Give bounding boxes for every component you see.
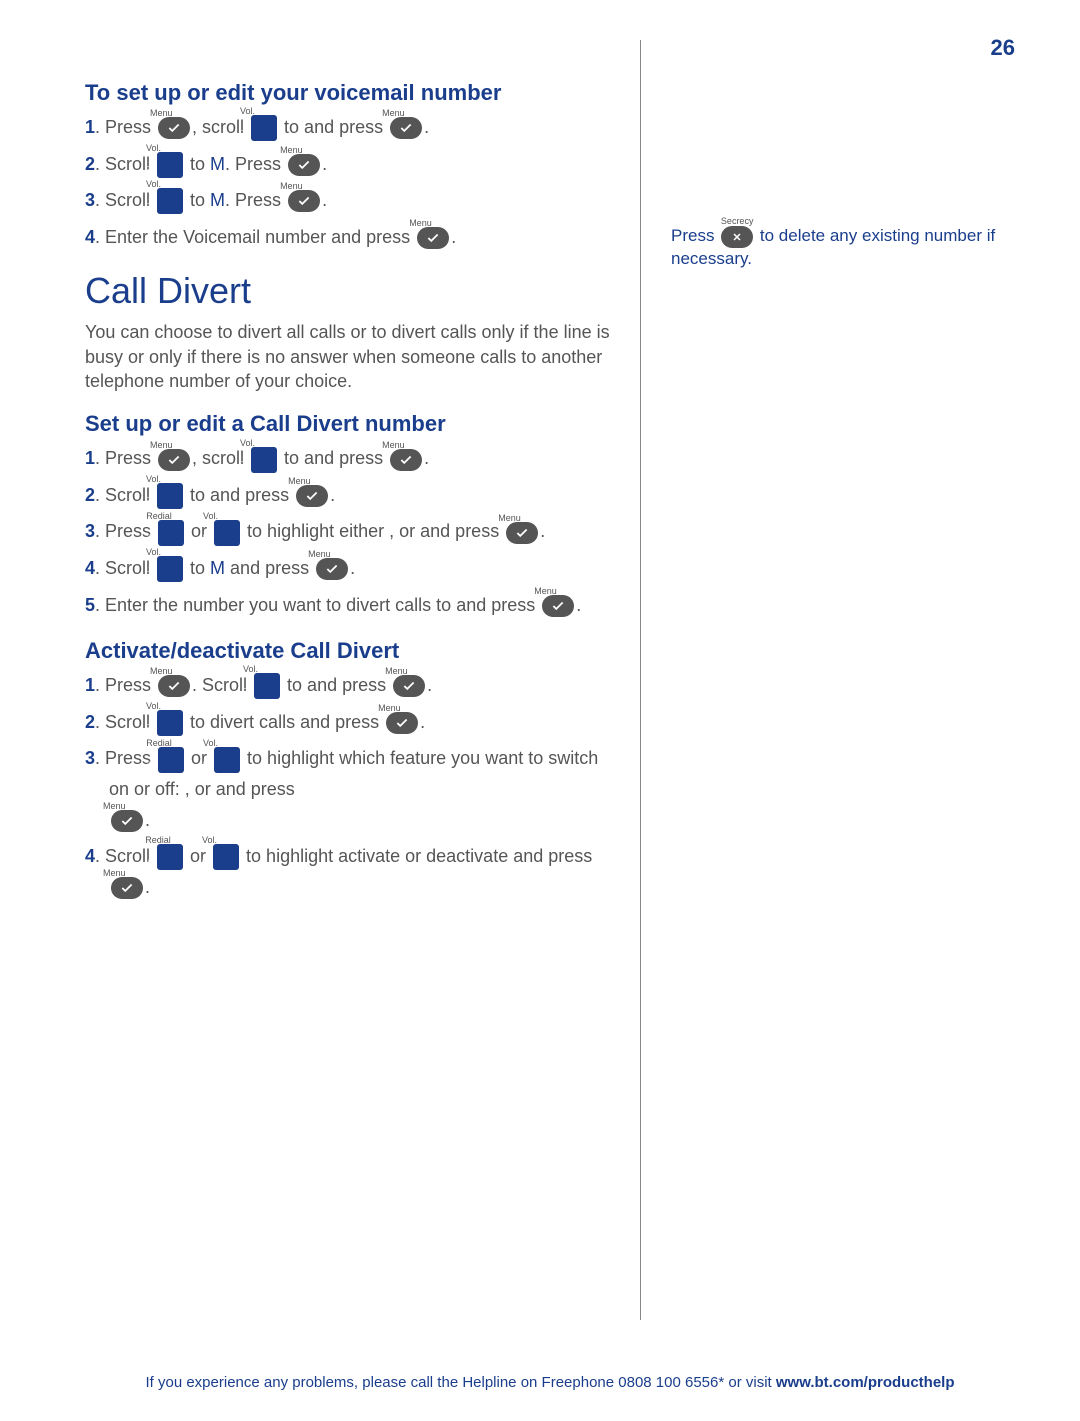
menu-ok-button-icon: Menu <box>288 154 320 176</box>
check-icon <box>305 489 319 503</box>
check-icon <box>297 194 311 208</box>
vol-calls-down-button-icon: Vol.⌄Calls <box>214 747 240 773</box>
step-number: 4 <box>85 558 95 578</box>
x-icon <box>731 231 743 243</box>
menu-ok-button-icon: Menu <box>158 449 190 471</box>
menu-ok-button-icon: Menu <box>158 117 190 139</box>
menu-ok-button-icon: Menu <box>390 117 422 139</box>
redial-vol-up-button-icon: Redial⌃Vol. <box>157 844 183 870</box>
step-number: 1 <box>85 675 95 695</box>
step-number: 4 <box>85 227 95 247</box>
redial-vol-up-button-icon: Redial⌃Vol. <box>158 520 184 546</box>
two-column-layout: To set up or edit your voicemail number … <box>85 40 1015 1320</box>
step-number: 2 <box>85 712 95 732</box>
check-icon <box>167 453 181 467</box>
menu-ok-button-icon: Menu <box>296 485 328 507</box>
side-note-delete: Press Secrecy to delete any existing num… <box>671 225 1011 271</box>
step-number: 3 <box>85 521 95 541</box>
section-title-call-divert: Call Divert <box>85 270 610 312</box>
s4-step4: 4. Scroll Redial⌃Vol. or Vol.⌄Calls to h… <box>85 841 610 902</box>
check-icon <box>515 526 529 540</box>
vol-calls-down-button-icon: Vol.⌄Calls <box>157 152 183 178</box>
menu-ok-button-icon: Menu <box>542 595 574 617</box>
menu-ok-button-icon: Menu <box>111 877 143 899</box>
page-number: 26 <box>991 35 1015 61</box>
check-icon <box>395 716 409 730</box>
vol-calls-down-button-icon: Vol.⌄Calls <box>251 115 277 141</box>
vol-calls-down-button-icon: Vol.⌄Calls <box>157 556 183 582</box>
check-icon <box>325 562 339 576</box>
vol-calls-down-button-icon: Vol.⌄Calls <box>214 520 240 546</box>
check-icon <box>167 121 181 135</box>
footer-url: www.bt.com/producthelp <box>776 1374 955 1391</box>
menu-ok-button-icon: Menu <box>390 449 422 471</box>
secrecy-delete-button-icon: Secrecy <box>721 226 753 248</box>
step-number: 2 <box>85 154 95 174</box>
call-divert-description: You can choose to divert all calls or to… <box>85 320 610 393</box>
check-icon <box>120 814 134 828</box>
s1-step2: 2. Scroll Vol.⌄Calls to M. Press Menu. <box>85 149 610 180</box>
section-title-voicemail: To set up or edit your voicemail number <box>85 80 610 106</box>
step-number: 1 <box>85 448 95 468</box>
check-icon <box>399 121 413 135</box>
menu-ok-button-icon: Menu <box>393 675 425 697</box>
s3-step4: 4. Scroll Vol.⌄Calls to M and press Menu… <box>85 553 610 584</box>
section-title-activate-divert: Activate/deactivate Call Divert <box>85 638 610 664</box>
check-icon <box>297 158 311 172</box>
s1-step3: 3. Scroll Vol.⌄Calls to M. Press Menu. <box>85 185 610 216</box>
check-icon <box>399 453 413 467</box>
main-column: To set up or edit your voicemail number … <box>85 40 641 1320</box>
s1-step4: 4. Enter the Voicemail number and press … <box>85 222 610 253</box>
s4-step1: 1. Press Menu. Scroll Vol.⌄Calls to and … <box>85 670 610 701</box>
vol-calls-down-button-icon: Vol.⌄Calls <box>254 673 280 699</box>
s1-step1: 1. Press Menu, scroll Vol.⌄Calls to and … <box>85 112 610 143</box>
step-number: 3 <box>85 190 95 210</box>
menu-ok-button-icon: Menu <box>158 675 190 697</box>
vol-calls-down-button-icon: Vol.⌄Calls <box>213 844 239 870</box>
menu-ok-button-icon: Menu <box>316 558 348 580</box>
s3-step2: 2. Scroll Vol.⌄Calls to and press Menu. <box>85 480 610 511</box>
s4-step3: 3. Press Redial⌃Vol. or Vol.⌄Calls to hi… <box>85 743 610 835</box>
step-number: 1 <box>85 117 95 137</box>
manual-page: 26 To set up or edit your voicemail numb… <box>0 0 1080 1421</box>
s3-step5: 5. Enter the number you want to divert c… <box>85 590 610 621</box>
vol-calls-down-button-icon: Vol.⌄Calls <box>157 483 183 509</box>
check-icon <box>120 881 134 895</box>
step-number: 5 <box>85 595 95 615</box>
menu-ok-button-icon: Menu <box>506 522 538 544</box>
menu-ok-button-icon: Menu <box>417 227 449 249</box>
s3-step3: 3. Press Redial⌃Vol. or Vol.⌄Calls to hi… <box>85 516 610 547</box>
step-number: 3 <box>85 748 95 768</box>
side-column: Press Secrecy to delete any existing num… <box>671 40 1011 1320</box>
menu-ok-button-icon: Menu <box>111 810 143 832</box>
section-title-setup-divert: Set up or edit a Call Divert number <box>85 411 610 437</box>
vol-calls-down-button-icon: Vol.⌄Calls <box>157 188 183 214</box>
step-number: 4 <box>85 846 95 866</box>
footer-help: If you experience any problems, please c… <box>85 1374 1015 1391</box>
vol-calls-down-button-icon: Vol.⌄Calls <box>251 447 277 473</box>
menu-ok-button-icon: Menu <box>288 190 320 212</box>
check-icon <box>167 679 181 693</box>
s4-step2: 2. Scroll Vol.⌄Calls to divert calls and… <box>85 707 610 738</box>
vol-calls-down-button-icon: Vol.⌄Calls <box>157 710 183 736</box>
check-icon <box>426 231 440 245</box>
check-icon <box>551 599 565 613</box>
s3-step1: 1. Press Menu, scroll Vol.⌄Calls to and … <box>85 443 610 474</box>
check-icon <box>402 679 416 693</box>
step-number: 2 <box>85 485 95 505</box>
redial-vol-up-button-icon: Redial⌃Vol. <box>158 747 184 773</box>
menu-ok-button-icon: Menu <box>386 712 418 734</box>
